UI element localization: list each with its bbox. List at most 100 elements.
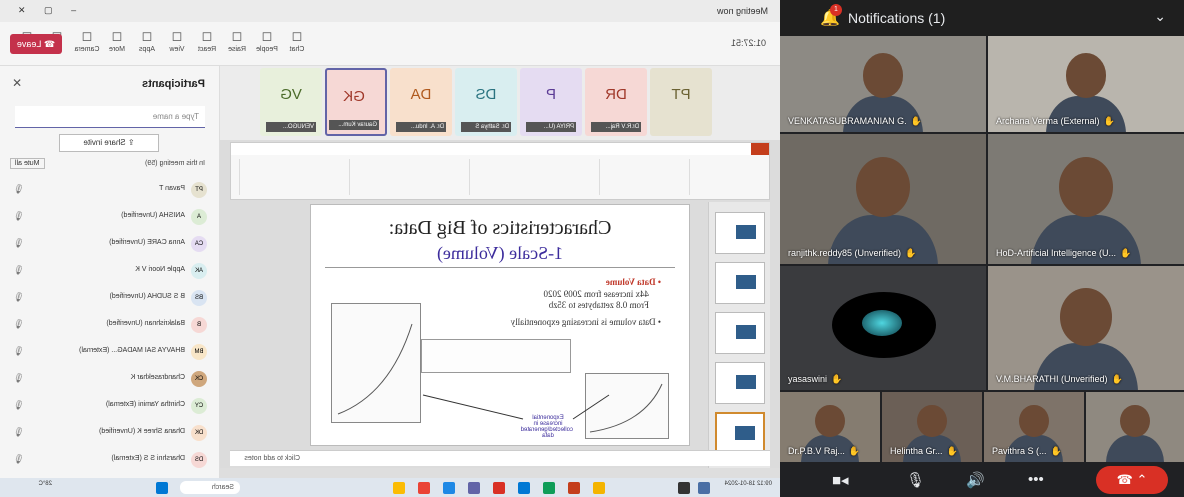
mic-muted-icon: ✋ [831, 374, 843, 384]
participant-avatar-tile[interactable]: P PRIYA (U... [520, 68, 582, 136]
participant-row[interactable]: CA Anna CARE (Unverified) 🎙 [0, 232, 219, 254]
windows-start-icon[interactable] [156, 482, 168, 494]
taskbar-app-icon[interactable] [678, 482, 690, 494]
participant-row[interactable]: AK Apple Noori V K 🎙 [0, 259, 219, 281]
mic-muted-icon: 🎙 [13, 400, 25, 410]
participant-row[interactable]: B Balakrishnan (Unverified) 🎙 [0, 313, 219, 335]
video-tile[interactable]: ranjithk.reddy85 (Unverified) ✋ [780, 134, 986, 264]
video-tile[interactable]: Archana Verma (External) ✋ [988, 36, 1184, 132]
toolbar-button-label: Camera [74, 46, 100, 53]
close-icon[interactable]: ✕ [12, 76, 22, 90]
toolbar-camera-button[interactable]: ◻ Camera [74, 28, 100, 53]
participant-row[interactable]: DK Dhana Shree K (Unverified) 🎙 [0, 421, 219, 443]
taskbar-app-icon[interactable] [443, 482, 455, 494]
taskbar-app-icon[interactable] [593, 482, 605, 494]
video-tile[interactable]: Helintha Gr... ✋ [882, 392, 982, 462]
slide-thumbnail[interactable] [715, 212, 765, 254]
camera-icon[interactable]: ■◂ [832, 471, 849, 489]
slide-thumbnail[interactable] [715, 312, 765, 354]
participant-name-label: Pavithra S (... ✋ [992, 446, 1062, 456]
video-tile[interactable]: VENKATASUBRAMANIAN G. ✋ [780, 36, 986, 132]
participant-row[interactable]: PT Pavan T 🎙 [0, 178, 219, 200]
mic-icon[interactable]: 🎙 [906, 471, 925, 489]
window-controls[interactable]: – ▢ ✕ [10, 5, 76, 16]
toolbar-people-button[interactable]: ◻ People [254, 28, 280, 53]
participant-name: ANISHA (Unverified) [121, 212, 185, 219]
people-icon: ◻ [261, 28, 273, 43]
weather-widget[interactable]: 28°C [39, 481, 52, 487]
mic-muted-icon: 🎙 [13, 184, 25, 194]
chevron-down-icon[interactable]: ⌄ [1154, 8, 1166, 25]
ribbon-group[interactable] [349, 159, 469, 195]
toolbar-react-button[interactable]: ◻ React [194, 28, 220, 53]
video-tile[interactable]: HoD-Artificial Intelligence (U... ✋ [988, 134, 1184, 264]
toolbar-view-button[interactable]: ◻ View [164, 28, 190, 53]
avatar: BS [191, 290, 207, 306]
slide-thumbnail-selected[interactable] [715, 412, 765, 454]
participant-avatar-tile[interactable]: DA Dr. A. Indu... [390, 68, 452, 136]
participant-avatar-tile[interactable]: DR Dr.R.V Raj... [585, 68, 647, 136]
share-invite-button[interactable]: ⇪ Share invite [59, 134, 159, 152]
window-title: Meeting now [716, 6, 768, 16]
file-tab[interactable] [751, 143, 769, 155]
participant-name: Balakrishnan (Unverified) [106, 320, 185, 327]
taskbar-app-icon[interactable] [393, 482, 405, 494]
video-tile[interactable]: V.M.BHARATHI (Unverified) ✋ [988, 266, 1184, 390]
video-tile[interactable]: Dr.P.B.V Raj... ✋ [780, 392, 880, 462]
participant-name: Dharshni S S (External) [111, 455, 185, 462]
participant-row[interactable]: CY Chintha Yamini (External) 🎙 [0, 394, 219, 416]
toolbar-chat-button[interactable]: ◻ Chat [284, 28, 310, 53]
toolbar-button-label: More [109, 46, 125, 53]
end-call-button[interactable]: ☎ ⌃ [1096, 466, 1168, 494]
participant-name: Pavan T [159, 185, 185, 192]
video-tile[interactable]: yasaswini ✋ [780, 266, 986, 390]
ribbon-tabs[interactable] [231, 143, 769, 155]
mic-muted-icon: ✋ [910, 116, 922, 126]
participant-avatar-tile[interactable]: GK Gaurav Kum... [325, 68, 387, 136]
taskbar-app-icon[interactable] [568, 482, 580, 494]
toolbar-more-button[interactable]: ◻ More [104, 28, 130, 53]
speaker-icon[interactable]: 🔊 [966, 471, 985, 489]
taskbar-app-icon[interactable] [418, 482, 430, 494]
ribbon-group[interactable] [239, 159, 349, 195]
participant-name: Apple Noori V K [135, 266, 185, 273]
meeting-timer: 01:27:51 [730, 38, 766, 48]
leave-button[interactable]: ☎ Leave [10, 34, 62, 54]
notes-pane[interactable]: Click to add notes [230, 450, 770, 466]
participant-row[interactable]: CK Chandrasekhar K 🎙 [0, 367, 219, 389]
participant-name: Chandrasekhar K [130, 374, 185, 381]
more-options-icon[interactable]: ••• [1028, 471, 1044, 488]
participant-row[interactable]: DS Dharshni S S (External) 🎙 [0, 448, 219, 470]
notification-text: Notifications (1) [848, 10, 946, 26]
ribbon-group[interactable] [689, 159, 759, 195]
mute-all-button[interactable]: Mute all [10, 158, 45, 169]
mic-muted-icon: ✋ [848, 446, 861, 456]
video-tile[interactable]: Pavithra S (... ✋ [984, 392, 1084, 462]
participant-avatar-tile[interactable]: DS Dr. Sathya S [455, 68, 517, 136]
ribbon-group[interactable] [469, 159, 599, 195]
participant-video [917, 404, 947, 437]
ribbon-group[interactable] [599, 159, 689, 195]
video-tile[interactable] [1086, 392, 1184, 462]
participant-search-input[interactable]: Type a name [15, 106, 205, 128]
participant-row[interactable]: A ANISHA (Unverified) 🎙 [0, 205, 219, 227]
taskbar-app-icon[interactable] [543, 482, 555, 494]
toolbar-raise-button[interactable]: ◻ Raise [224, 28, 250, 53]
participant-video [1058, 157, 1114, 218]
taskbar-app-icon[interactable] [518, 482, 530, 494]
participant-video [855, 157, 911, 218]
participant-row[interactable]: BM BHAVYA SAI MADAG... (External) 🎙 [0, 340, 219, 362]
slide-thumbnail[interactable] [715, 362, 765, 404]
notification-bar[interactable]: 🔔 1 Notifications (1) ⌄ [780, 0, 1184, 36]
participant-avatar-tile[interactable]: PT [650, 68, 712, 136]
taskbar-app-icon[interactable] [468, 482, 480, 494]
participants-section-header[interactable]: In this meeting (59) [145, 160, 205, 167]
participant-avatar-tile[interactable]: VG VENUGO... [260, 68, 322, 136]
slide-thumbnail[interactable] [715, 262, 765, 304]
annotation-arrows [422, 394, 610, 420]
taskbar-app-icon[interactable] [493, 482, 505, 494]
taskbar-search[interactable]: Search [180, 481, 240, 494]
participant-row[interactable]: BS B S SUDHA (Unverified) 🎙 [0, 286, 219, 308]
taskbar-app-icon[interactable] [698, 482, 710, 494]
toolbar-apps-button[interactable]: ◻ Apps [134, 28, 160, 53]
